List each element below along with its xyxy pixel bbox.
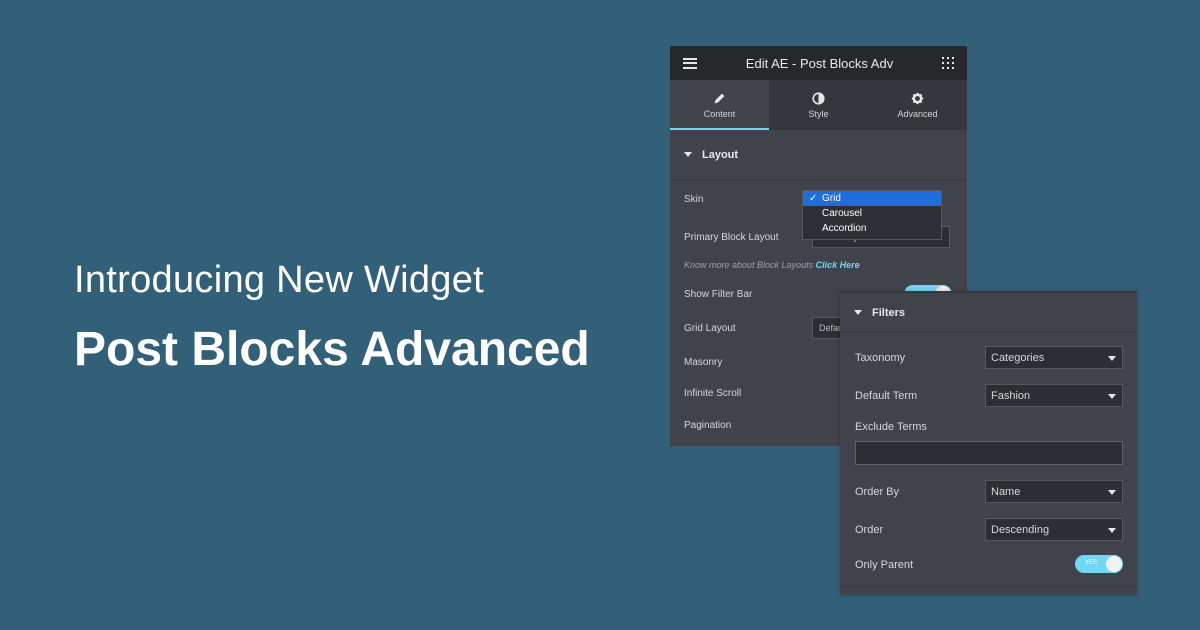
caret-down-icon (854, 310, 862, 315)
order-label: Order (855, 524, 884, 536)
default-term-label: Default Term (855, 390, 918, 402)
taxonomy-value: Categories (991, 352, 1045, 364)
tab-content[interactable]: Content (670, 80, 769, 130)
menu-icon[interactable] (683, 57, 697, 69)
only-parent-toggle[interactable]: YES (1075, 555, 1123, 573)
skin-option-grid[interactable]: ✓ Grid (803, 191, 941, 206)
intro-text: Introducing New Widget (74, 259, 485, 301)
checkmark-icon: ✓ (809, 193, 818, 204)
skin-dropdown[interactable]: ✓ Grid Carousel Accordion (802, 190, 942, 240)
divider (840, 586, 1137, 587)
chevron-down-icon (1108, 528, 1116, 533)
tab-style[interactable]: Style (769, 80, 868, 130)
filters-section-header[interactable]: Filters (840, 293, 1137, 333)
order-select[interactable]: Descending (985, 518, 1123, 541)
chevron-down-icon (1108, 490, 1116, 495)
panel-title: Edit AE - Post Blocks Adv (745, 55, 894, 71)
skin-option-accordion[interactable]: Accordion (803, 221, 941, 236)
tab-label: Content (703, 108, 736, 119)
hint-text: Know more about Block Layouts (684, 260, 814, 270)
section-title: Filters (872, 306, 906, 319)
exclude-terms-input[interactable] (855, 441, 1123, 465)
pagination-label: Pagination (684, 420, 732, 431)
layout-section-header[interactable]: Layout (670, 130, 967, 180)
skin-option-carousel[interactable]: Carousel (803, 206, 941, 221)
headline: Introducing New Widget Post Blocks Advan… (74, 258, 590, 378)
taxonomy-select[interactable]: Categories (985, 346, 1123, 369)
section-title: Layout (702, 148, 739, 161)
half-circle-icon (812, 91, 825, 105)
exclude-terms-label: Exclude Terms (855, 421, 927, 433)
skin-label: Skin (684, 194, 704, 205)
block-layouts-hint: Know more about Block Layouts Click Here (684, 260, 860, 270)
tab-advanced[interactable]: Advanced (868, 80, 967, 130)
taxonomy-label: Taxonomy (855, 352, 906, 364)
gear-icon (911, 92, 924, 104)
order-by-value: Name (991, 486, 1021, 498)
default-term-value: Fashion (991, 390, 1031, 402)
order-by-select[interactable]: Name (985, 480, 1123, 503)
masonry-label: Masonry (684, 357, 723, 368)
only-parent-label: Only Parent (855, 559, 914, 571)
toggle-yes-text: YES (1085, 560, 1098, 566)
infinite-scroll-label: Infinite Scroll (684, 388, 742, 399)
order-value: Descending (991, 524, 1050, 536)
show-filter-bar-label: Show Filter Bar (684, 289, 753, 300)
chevron-down-icon (1108, 356, 1116, 361)
pencil-icon (714, 93, 725, 103)
caret-down-icon (684, 152, 692, 157)
widgets-grid-icon[interactable] (942, 57, 954, 69)
panel-header: Edit AE - Post Blocks Adv (670, 46, 967, 80)
headline-title: Post Blocks Advanced (74, 323, 590, 376)
filters-panel: Filters Taxonomy Categories Default Term… (840, 291, 1137, 595)
panel-tabs: Content Style Advanced (670, 80, 967, 130)
tab-label: Advanced (897, 108, 938, 119)
tab-label: Style (808, 108, 829, 119)
default-term-select[interactable]: Fashion (985, 384, 1123, 407)
primary-block-label: Primary Block Layout (684, 232, 779, 243)
click-here-link[interactable]: Click Here (816, 260, 860, 270)
chevron-down-icon (1108, 394, 1116, 399)
grid-layout-label: Grid Layout (684, 323, 736, 334)
order-by-label: Order By (855, 486, 900, 498)
toggle-knob (1106, 556, 1122, 572)
